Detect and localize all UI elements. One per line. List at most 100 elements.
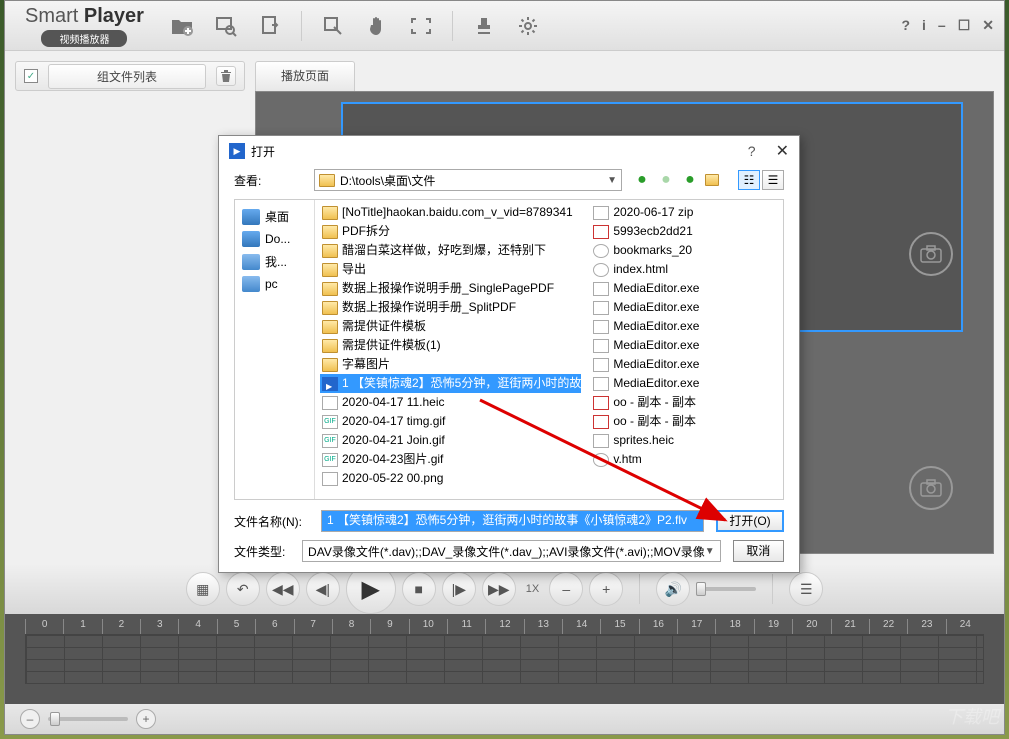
place-item[interactable]: pc [240, 273, 309, 295]
file-item[interactable]: GIF2020-04-23图片.gif [320, 450, 581, 469]
file-item[interactable]: index.html [591, 260, 778, 279]
places-sidebar: 桌面Do...我...pc [235, 200, 315, 499]
window-controls: ? i – ☐ ✕ [901, 17, 994, 34]
nav-up-button[interactable]: ● [680, 170, 700, 190]
minimize-button[interactable]: – [938, 17, 946, 34]
search-button[interactable] [208, 8, 244, 44]
export-button[interactable] [252, 8, 288, 44]
file-item[interactable]: 需提供证件模板 [320, 317, 581, 336]
list-button[interactable]: ☰ [789, 572, 823, 606]
close-button[interactable]: ✕ [982, 17, 994, 34]
speed-down-button[interactable]: – [549, 572, 583, 606]
file-item[interactable]: v.htm [591, 450, 778, 469]
file-item[interactable]: [NoTitle]haokan.baidu.com_v_vid=8789341 [320, 203, 581, 222]
look-in-label: 查看: [234, 172, 304, 189]
new-folder-button[interactable] [704, 170, 724, 190]
dialog-close-button[interactable]: ✕ [776, 141, 789, 161]
file-item[interactable]: 字幕图片 [320, 355, 581, 374]
open-button[interactable]: 打开(O) [716, 510, 784, 532]
select-all-checkbox[interactable]: ✓ [24, 69, 38, 83]
zoom-out-button[interactable]: – [20, 709, 40, 729]
sidebar-header: ✓ 组文件列表 [15, 61, 245, 91]
tab-play-page[interactable]: 播放页面 [255, 61, 355, 91]
file-item[interactable]: 醋溜白菜这样做，好吃到爆，还特别下 [320, 241, 581, 260]
file-item[interactable]: PDF拆分 [320, 222, 581, 241]
file-item[interactable]: GIF2020-04-17 timg.gif [320, 412, 581, 431]
file-item[interactable]: 需提供证件模板(1) [320, 336, 581, 355]
file-item[interactable]: 2020-05-22 00.png [320, 469, 581, 488]
place-item[interactable]: 桌面 [240, 205, 309, 228]
step-back-button[interactable]: ◀| [306, 572, 340, 606]
path-text: D:\tools\桌面\文件 [340, 172, 607, 189]
file-item[interactable]: 数据上报操作说明手册_SinglePagePDF [320, 279, 581, 298]
file-item[interactable]: oo - 副本 - 副本 [591, 393, 778, 412]
crop-button[interactable] [315, 8, 351, 44]
file-item[interactable]: 2020-06-17 zip [591, 203, 778, 222]
watermark: 下载吧 [945, 703, 999, 729]
volume-button[interactable]: 🔊 [656, 572, 690, 606]
place-item[interactable]: Do... [240, 228, 309, 250]
folder-icon [319, 174, 335, 187]
sidebar: ✓ 组文件列表 [15, 61, 245, 554]
nav-back-button[interactable]: ● [632, 170, 652, 190]
zoom-in-button[interactable]: + [136, 709, 156, 729]
layout-button[interactable]: ▦ [186, 572, 220, 606]
add-file-button[interactable] [164, 8, 200, 44]
filetype-combo[interactable]: DAV录像文件(*.dav);;DAV_录像文件(*.dav_);;AVI录像文… [302, 540, 721, 562]
dialog-nav: 查看: D:\tools\桌面\文件 ▼ ● ● ● ☷ ☰ [219, 166, 799, 194]
dropdown-arrow-icon: ▼ [607, 175, 617, 186]
dialog-footer: 文件名称(N): 1 【笑镇惊魂2】恐怖5分钟，逛街两小时的故事《小镇惊魂2》P… [219, 500, 799, 572]
bottom-bar: – + [5, 704, 1004, 734]
app-title-bold: Player [84, 5, 144, 27]
volume-slider[interactable] [696, 587, 756, 591]
file-item[interactable]: MediaEditor.exe [591, 374, 778, 393]
filename-input[interactable]: 1 【笑镇惊魂2】恐怖5分钟，逛街两小时的故事《小镇惊魂2》P2.flv [321, 510, 704, 532]
next-button[interactable]: ▶▶ [482, 572, 516, 606]
file-item[interactable]: 1 【笑镇惊魂2】恐怖5分钟，逛街两小时的故事《小镇惊魂2》P2.flv [320, 374, 581, 393]
file-item[interactable]: 数据上报操作说明手册_SplitPDF [320, 298, 581, 317]
file-item[interactable]: GIF2020-04-21 Join.gif [320, 431, 581, 450]
snapshot-button-2[interactable] [909, 466, 953, 510]
dialog-title: 打开 [251, 143, 748, 160]
help-button[interactable]: ? [901, 17, 910, 34]
group-file-list-label[interactable]: 组文件列表 [48, 64, 206, 89]
track-grid[interactable] [25, 634, 984, 684]
file-item[interactable]: 导出 [320, 260, 581, 279]
settings-button[interactable] [510, 8, 546, 44]
maximize-button[interactable]: ☐ [958, 17, 971, 34]
time-ruler: 0123456789101112131415161718192021222324 [25, 619, 984, 634]
view-details-button[interactable]: ☰ [762, 170, 784, 190]
stop-button[interactable]: ■ [402, 572, 436, 606]
info-button[interactable]: i [922, 17, 926, 34]
nav-forward-button[interactable]: ● [656, 170, 676, 190]
file-item[interactable]: sprites.heic [591, 431, 778, 450]
file-item[interactable]: 5993ecb2dd21 [591, 222, 778, 241]
file-item[interactable]: MediaEditor.exe [591, 317, 778, 336]
speed-up-button[interactable]: + [589, 572, 623, 606]
file-item[interactable]: MediaEditor.exe [591, 355, 778, 374]
fullscreen-button[interactable] [403, 8, 439, 44]
file-item[interactable]: MediaEditor.exe [591, 336, 778, 355]
cancel-button[interactable]: 取消 [733, 540, 784, 562]
snapshot-button-1[interactable] [909, 232, 953, 276]
prev-button[interactable]: ◀◀ [266, 572, 300, 606]
app-title-prefix: Smart [25, 5, 84, 27]
file-item[interactable]: MediaEditor.exe [591, 298, 778, 317]
file-item[interactable]: 2020-04-17 11.heic [320, 393, 581, 412]
dialog-help-button[interactable]: ? [748, 143, 756, 159]
filetype-label: 文件类型: [234, 543, 290, 560]
rewind-button[interactable]: ↶ [226, 572, 260, 606]
stamp-button[interactable] [466, 8, 502, 44]
delete-button[interactable] [216, 66, 236, 86]
step-fwd-button[interactable]: |▶ [442, 572, 476, 606]
zoom-slider[interactable] [48, 717, 128, 721]
view-list-button[interactable]: ☷ [738, 170, 760, 190]
file-item[interactable]: MediaEditor.exe [591, 279, 778, 298]
file-item[interactable]: bookmarks_20 [591, 241, 778, 260]
hand-button[interactable] [359, 8, 395, 44]
place-item[interactable]: 我... [240, 250, 309, 273]
timeline: 0123456789101112131415161718192021222324 [5, 614, 1004, 704]
file-item[interactable]: oo - 副本 - 副本 [591, 412, 778, 431]
path-combo[interactable]: D:\tools\桌面\文件 ▼ [314, 169, 622, 191]
file-list[interactable]: [NoTitle]haokan.baidu.com_v_vid=8789341P… [315, 200, 783, 499]
